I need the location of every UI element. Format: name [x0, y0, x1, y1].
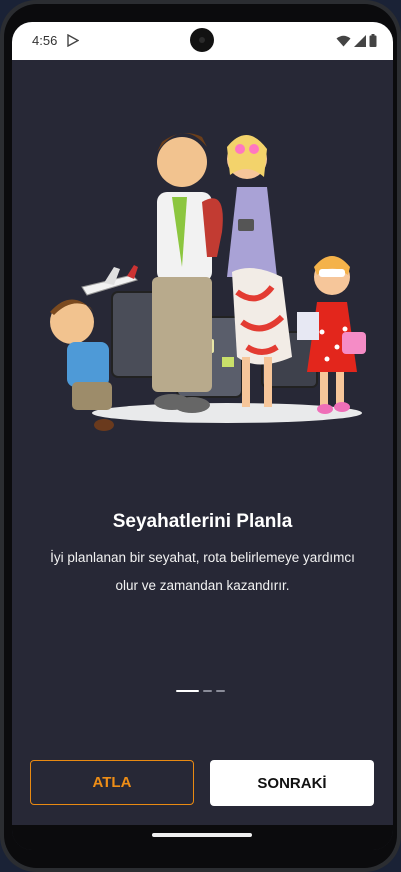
airplane-toy [81, 265, 138, 296]
page-dot [216, 690, 225, 692]
skip-button[interactable]: ATLA [30, 760, 194, 805]
status-time: 4:56 [32, 33, 58, 48]
page-dot-active [176, 690, 199, 692]
page-indicator [176, 690, 225, 692]
phone-bezel: 4:56 Seyahatlerini Planla İyi planlanan … [4, 4, 397, 868]
app-screen: 4:56 Seyahatlerini Planla İyi planlanan … [12, 22, 393, 850]
play-store-icon [67, 33, 80, 52]
page-dot [203, 690, 212, 692]
wifi-icon [336, 35, 351, 46]
onboarding-title: Seyahatlerini Planla [112, 511, 293, 532]
camera-cutout [190, 28, 214, 52]
description-line-2: olur ve zamandan kazandırır. [115, 578, 290, 593]
battery-icon [369, 34, 377, 47]
signal-icon [354, 34, 366, 47]
system-navigation-bar [12, 825, 393, 850]
phone-frame: 4:56 Seyahatlerini Planla İyi planlanan … [0, 0, 401, 872]
family-travel-illustration [50, 133, 366, 431]
onboarding-description: İyi planlanan bir seyahat, rota belirlem… [32, 544, 373, 600]
status-bar: 4:56 [12, 22, 393, 60]
status-icons [336, 34, 377, 47]
home-indicator[interactable] [152, 833, 252, 837]
description-line-1: İyi planlanan bir seyahat, rota belirlem… [50, 550, 355, 565]
next-button[interactable]: SONRAKİ [210, 760, 374, 806]
